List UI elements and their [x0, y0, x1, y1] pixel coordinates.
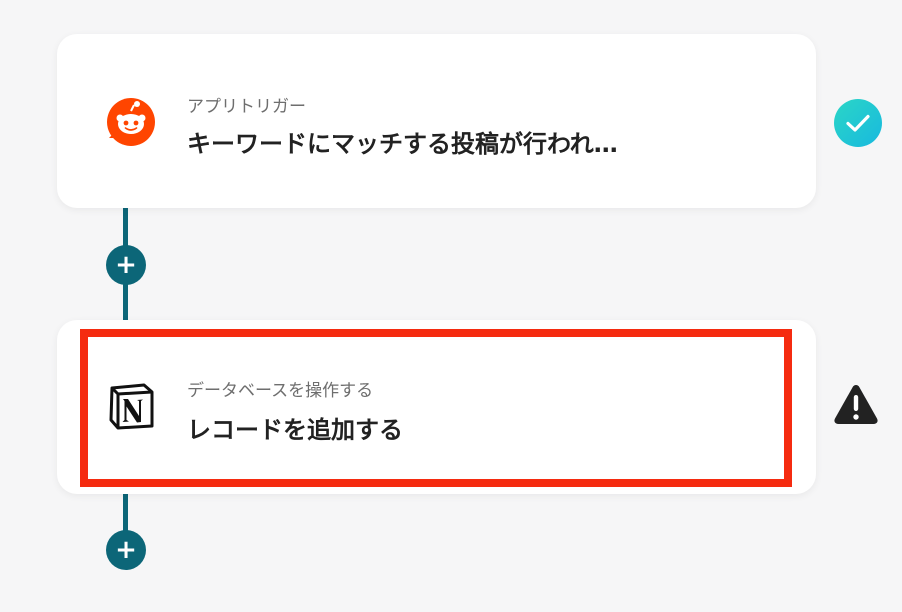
step-card-action[interactable]: データベースを操作する レコードを追加する — [57, 320, 816, 494]
warning-icon — [834, 385, 878, 424]
step-title: レコードを追加する — [187, 416, 403, 444]
step-card-trigger[interactable]: アプリトリガー キーワードにマッチする投稿が行われ… — [57, 34, 816, 208]
step-title: キーワードにマッチする投稿が行われ… — [187, 130, 618, 158]
add-step-button[interactable]: + — [106, 530, 146, 570]
reddit-icon — [107, 98, 155, 146]
step-subtitle: アプリトリガー — [187, 97, 306, 117]
add-step-button[interactable]: + — [106, 245, 146, 285]
notion-icon — [109, 383, 154, 430]
step-subtitle: データベースを操作する — [187, 381, 374, 401]
success-check-icon — [834, 99, 882, 147]
